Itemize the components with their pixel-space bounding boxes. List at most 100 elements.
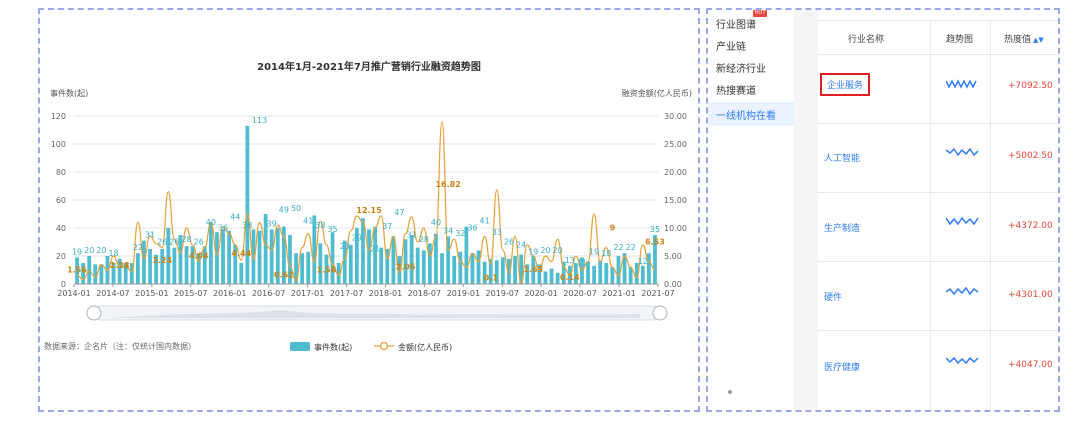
column-header-heat[interactable]: 热度值 ▲▼	[1004, 32, 1044, 45]
x-tick-label: 2014-01	[57, 289, 90, 298]
bar-data-label: 113	[252, 116, 267, 125]
row-name-link[interactable]: 人工智能	[824, 151, 860, 164]
bar-data-label: 31	[407, 231, 417, 240]
bar-data-label: 19	[589, 247, 599, 256]
bar	[500, 257, 505, 284]
x-tick-label: 2019-07	[486, 289, 519, 298]
bar	[427, 243, 432, 284]
bar	[440, 253, 444, 284]
row-name-link[interactable]: 生产制造	[824, 221, 860, 234]
bar	[160, 249, 165, 284]
bar	[452, 256, 457, 284]
bar	[421, 250, 426, 284]
bar	[330, 232, 335, 284]
bar-data-label: 26	[504, 238, 514, 247]
column-header-trend: 趋势图	[946, 35, 974, 45]
bar-data-label: 41	[480, 217, 490, 226]
x-tick-label: 2015-01	[135, 289, 168, 298]
legend-label: 金额(亿人民币)	[398, 342, 452, 352]
range-slider-handle-right[interactable]	[652, 305, 668, 321]
bar-data-label: 22	[613, 243, 623, 252]
bar	[215, 232, 219, 284]
row-heat-value: +4047.00	[1008, 360, 1053, 370]
x-tick-label: 2018-01	[369, 289, 402, 298]
bar	[93, 264, 98, 284]
bar-data-label: 35	[650, 225, 660, 234]
bar	[257, 230, 262, 284]
nav-item-industry-chain[interactable]: 产业链	[716, 38, 746, 53]
ranking-panel: 行业图谱 HOT 产业链 新经济行业 热搜赛道 一线机构在看 行业名称 趋势图 …	[706, 8, 1060, 412]
trend-sparkline-icon	[946, 286, 979, 296]
bar-data-label: 29	[352, 233, 362, 242]
bar-data-label: 28	[181, 235, 191, 244]
y-tick-right: 30.00	[664, 112, 687, 121]
bar	[245, 125, 250, 284]
bar	[306, 251, 311, 284]
row-name-link[interactable]: 硬件	[824, 290, 842, 303]
nav-item-industry-map[interactable]: 行业图谱	[716, 16, 756, 31]
x-tick-label: 2019-01	[447, 289, 480, 298]
y-tick-right: 25.00	[664, 140, 687, 149]
line-data-label: 6.53	[645, 237, 665, 246]
bar	[409, 235, 414, 284]
chart-panel: 2014年1月-2021年7月推广营销行业融资趋势图 事件数(起) 融资金额(亿人民…	[38, 8, 700, 412]
sort-desc-icon[interactable]: ▲▼	[1033, 36, 1044, 44]
line-data-label: 2.05	[396, 263, 416, 272]
nav-item-top-investors[interactable]: 一线机构在看	[716, 107, 776, 122]
line-data-label: 12.15	[356, 206, 382, 215]
divider	[990, 20, 991, 410]
bar	[598, 260, 603, 284]
bar	[300, 253, 305, 284]
row-name-link[interactable]: 企业服务	[820, 73, 871, 96]
side-nav: 行业图谱 HOT 产业链 新经济行业 热搜赛道 一线机构在看	[708, 10, 794, 410]
bar	[415, 247, 420, 284]
y-tick-left: 40	[56, 224, 66, 233]
bar	[513, 256, 517, 284]
bar	[148, 249, 152, 284]
bar	[616, 256, 621, 284]
line-data-label: 0.14	[560, 273, 580, 282]
bar	[610, 267, 615, 284]
x-tick-label: 2014-07	[96, 289, 129, 298]
bar-data-label: 37	[382, 222, 392, 231]
hot-badge: HOT	[753, 10, 767, 17]
y-tick-right: 15.00	[664, 196, 687, 205]
line-data-label: 2.28	[110, 261, 130, 270]
bar-data-label: 26	[157, 238, 167, 247]
bar-data-label: 41	[303, 217, 313, 226]
legend-line-marker	[379, 341, 389, 351]
bar	[367, 229, 371, 284]
trend-sparkline-icon	[946, 356, 979, 365]
y-tick-left: 60	[56, 196, 66, 205]
bar-data-label: 50	[291, 204, 301, 213]
bar-data-label: 39	[267, 219, 277, 228]
bar	[549, 268, 554, 284]
y-axis-left-label: 事件数(起)	[50, 88, 88, 98]
bar	[458, 251, 463, 284]
range-slider-handle-left[interactable]	[86, 305, 102, 321]
x-tick-label: 2020-07	[563, 289, 596, 298]
nav-item-label: 行业图谱	[716, 20, 756, 31]
line-data-label: 16.82	[435, 180, 460, 189]
bar	[434, 233, 438, 284]
nav-item-new-economy[interactable]: 新经济行业	[716, 60, 766, 75]
x-tick-label: 2021-01	[602, 289, 635, 298]
bar-data-label: 33	[492, 228, 502, 237]
bar-data-label: 20	[553, 246, 563, 255]
bar-data-label: 36	[467, 224, 477, 233]
bar	[628, 267, 633, 284]
bar-data-label: 40	[431, 218, 441, 227]
bar-data-label: 22	[626, 243, 636, 252]
bar-data-label: 13	[565, 256, 575, 265]
bar	[470, 253, 475, 284]
row-name-link[interactable]: 医疗健康	[824, 360, 860, 373]
column-header-name: 行业名称	[848, 35, 885, 45]
bar	[640, 265, 645, 284]
bar	[604, 263, 609, 284]
divider	[818, 330, 1058, 331]
trend-sparkline-icon	[946, 79, 977, 89]
nav-item-hot-tracks[interactable]: 热搜赛道	[716, 82, 756, 97]
divider	[930, 20, 931, 410]
chart-title: 2014年1月-2021年7月推广营销行业融资趋势图	[257, 60, 481, 73]
y-tick-right: 0.00	[664, 280, 682, 289]
